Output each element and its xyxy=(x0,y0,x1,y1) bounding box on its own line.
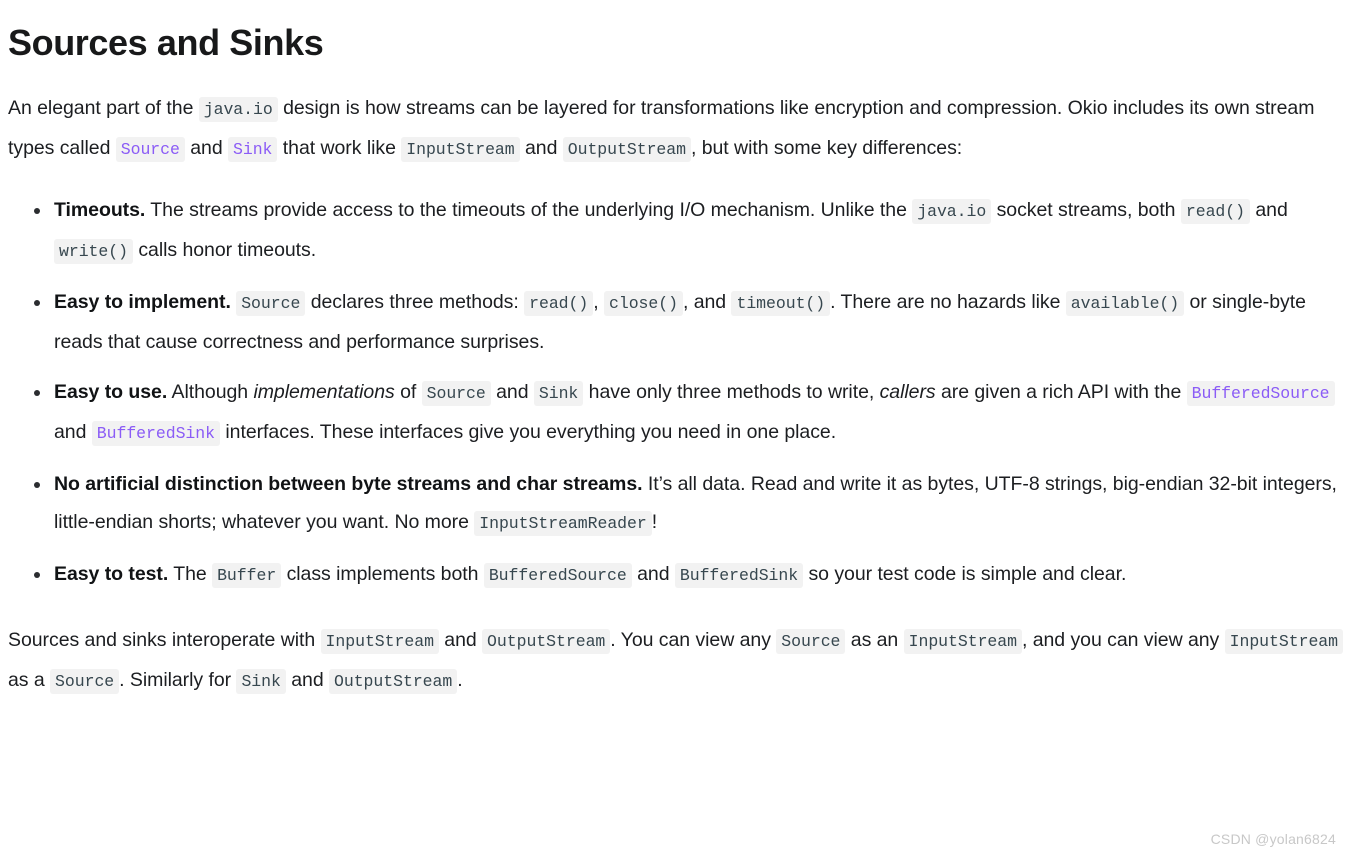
code-read: read() xyxy=(524,291,594,317)
emphasis-callers: callers xyxy=(879,381,936,404)
bullet-text-3: and xyxy=(631,563,675,586)
page-title: Sources and Sinks xyxy=(8,22,324,63)
bullet-lead-label: No artificial distinction between byte s… xyxy=(54,473,643,496)
code-outputstream: OutputStream xyxy=(329,669,458,695)
outro-text-5: , and you can view any xyxy=(1021,629,1225,652)
intro-text-4: that work like xyxy=(277,137,402,160)
list-item-easy-to-test: Easy to test. The Buffer class implement… xyxy=(8,555,1344,595)
code-source: Source xyxy=(421,381,491,407)
bullet-lead-label: Easy to use. xyxy=(54,381,168,404)
bullet-text-1: The xyxy=(168,563,213,586)
code-java-io: java.io xyxy=(912,199,992,225)
outro-text-2: and xyxy=(438,629,483,652)
bullet-text-3: , xyxy=(593,291,604,314)
csdn-watermark: CSDN @yolan6824 xyxy=(1210,831,1336,847)
code-java-io: java.io xyxy=(198,97,278,123)
code-outputstream: OutputStream xyxy=(562,137,691,163)
bullet-text-2: of xyxy=(394,381,422,404)
code-link-bufferedsource[interactable]: BufferedSource xyxy=(1186,381,1335,407)
code-available: available() xyxy=(1065,291,1185,317)
bullet-text-3: and xyxy=(490,381,534,404)
code-source: Source xyxy=(776,629,846,655)
bullet-text-1: Although xyxy=(167,381,254,404)
bullet-text-2: socket streams, both xyxy=(991,199,1181,222)
list-item-no-artificial-distinction: No artificial distinction between byte s… xyxy=(8,465,1344,543)
bullet-text-4: calls honor timeouts. xyxy=(132,239,317,262)
bullet-text-5: are given a rich API with the xyxy=(935,381,1187,404)
code-sink: Sink xyxy=(533,381,584,407)
outro-paragraph: Sources and sinks interoperate with Inpu… xyxy=(8,621,1344,701)
code-read: read() xyxy=(1180,199,1250,225)
code-inputstreamreader: InputStreamReader xyxy=(474,511,652,537)
code-inputstream: InputStream xyxy=(903,629,1022,655)
outro-text-9: . xyxy=(457,669,463,692)
outro-text-8: and xyxy=(285,669,329,692)
outro-text-3: . You can view any xyxy=(610,629,777,652)
bullet-text-4: , and xyxy=(682,291,732,314)
list-item-timeouts: Timeouts. The streams provide access to … xyxy=(8,191,1344,271)
code-inputstream: InputStream xyxy=(401,137,520,163)
bullet-text-4: have only three methods to write, xyxy=(583,381,880,404)
code-link-source[interactable]: Source xyxy=(115,137,185,163)
intro-text-1: An elegant part of the xyxy=(8,97,199,120)
bullet-text-2: ! xyxy=(651,511,658,534)
code-close: close() xyxy=(604,291,683,317)
bullet-lead-label: Timeouts. xyxy=(54,199,146,222)
code-timeout: timeout() xyxy=(731,291,831,317)
code-bufferedsink: BufferedSink xyxy=(674,563,804,589)
code-sink: Sink xyxy=(236,669,286,695)
bullet-text-4: so your test code is simple and clear. xyxy=(803,563,1127,586)
bullet-text-7: interfaces. These interfaces give you ev… xyxy=(220,421,837,444)
bullet-text-1: The streams provide access to the timeou… xyxy=(145,199,913,222)
bullet-lead-label: Easy to test. xyxy=(54,563,169,586)
code-inputstream: InputStream xyxy=(1224,629,1343,655)
code-source: Source xyxy=(236,291,306,317)
list-item-easy-to-implement: Easy to implement. Source declares three… xyxy=(8,283,1344,361)
code-bufferedsource: BufferedSource xyxy=(483,563,632,589)
code-source: Source xyxy=(50,669,120,695)
intro-text-6: , but with some key differences: xyxy=(690,137,963,160)
list-item-easy-to-use: Easy to use. Although implementations of… xyxy=(8,373,1344,453)
outro-text-4: as an xyxy=(845,629,904,652)
code-link-sink[interactable]: Sink xyxy=(228,137,278,163)
code-inputstream: InputStream xyxy=(320,629,439,655)
document-page: Sources and Sinks An elegant part of the… xyxy=(0,0,1352,701)
feature-list: Timeouts. The streams provide access to … xyxy=(8,191,1344,595)
outro-text-7: . Similarly for xyxy=(119,669,237,692)
bullet-text-5: . There are no hazards like xyxy=(830,291,1066,314)
intro-paragraph: An elegant part of the java.io design is… xyxy=(8,89,1344,169)
outro-text-1: Sources and sinks interoperate with xyxy=(8,629,321,652)
emphasis-implementations: implementations xyxy=(253,381,395,404)
bullet-text-2: class implements both xyxy=(281,563,484,586)
code-write: write() xyxy=(54,239,133,265)
bullet-text-3: and xyxy=(1249,199,1294,222)
intro-text-3: and xyxy=(184,137,228,160)
code-outputstream: OutputStream xyxy=(482,629,611,655)
intro-text-5: and xyxy=(519,137,563,160)
code-buffer: Buffer xyxy=(212,563,282,589)
bullet-lead-label: Easy to implement. xyxy=(54,291,231,314)
bullet-text-2: declares three methods: xyxy=(305,291,525,314)
code-link-bufferedsink[interactable]: BufferedSink xyxy=(91,421,220,447)
